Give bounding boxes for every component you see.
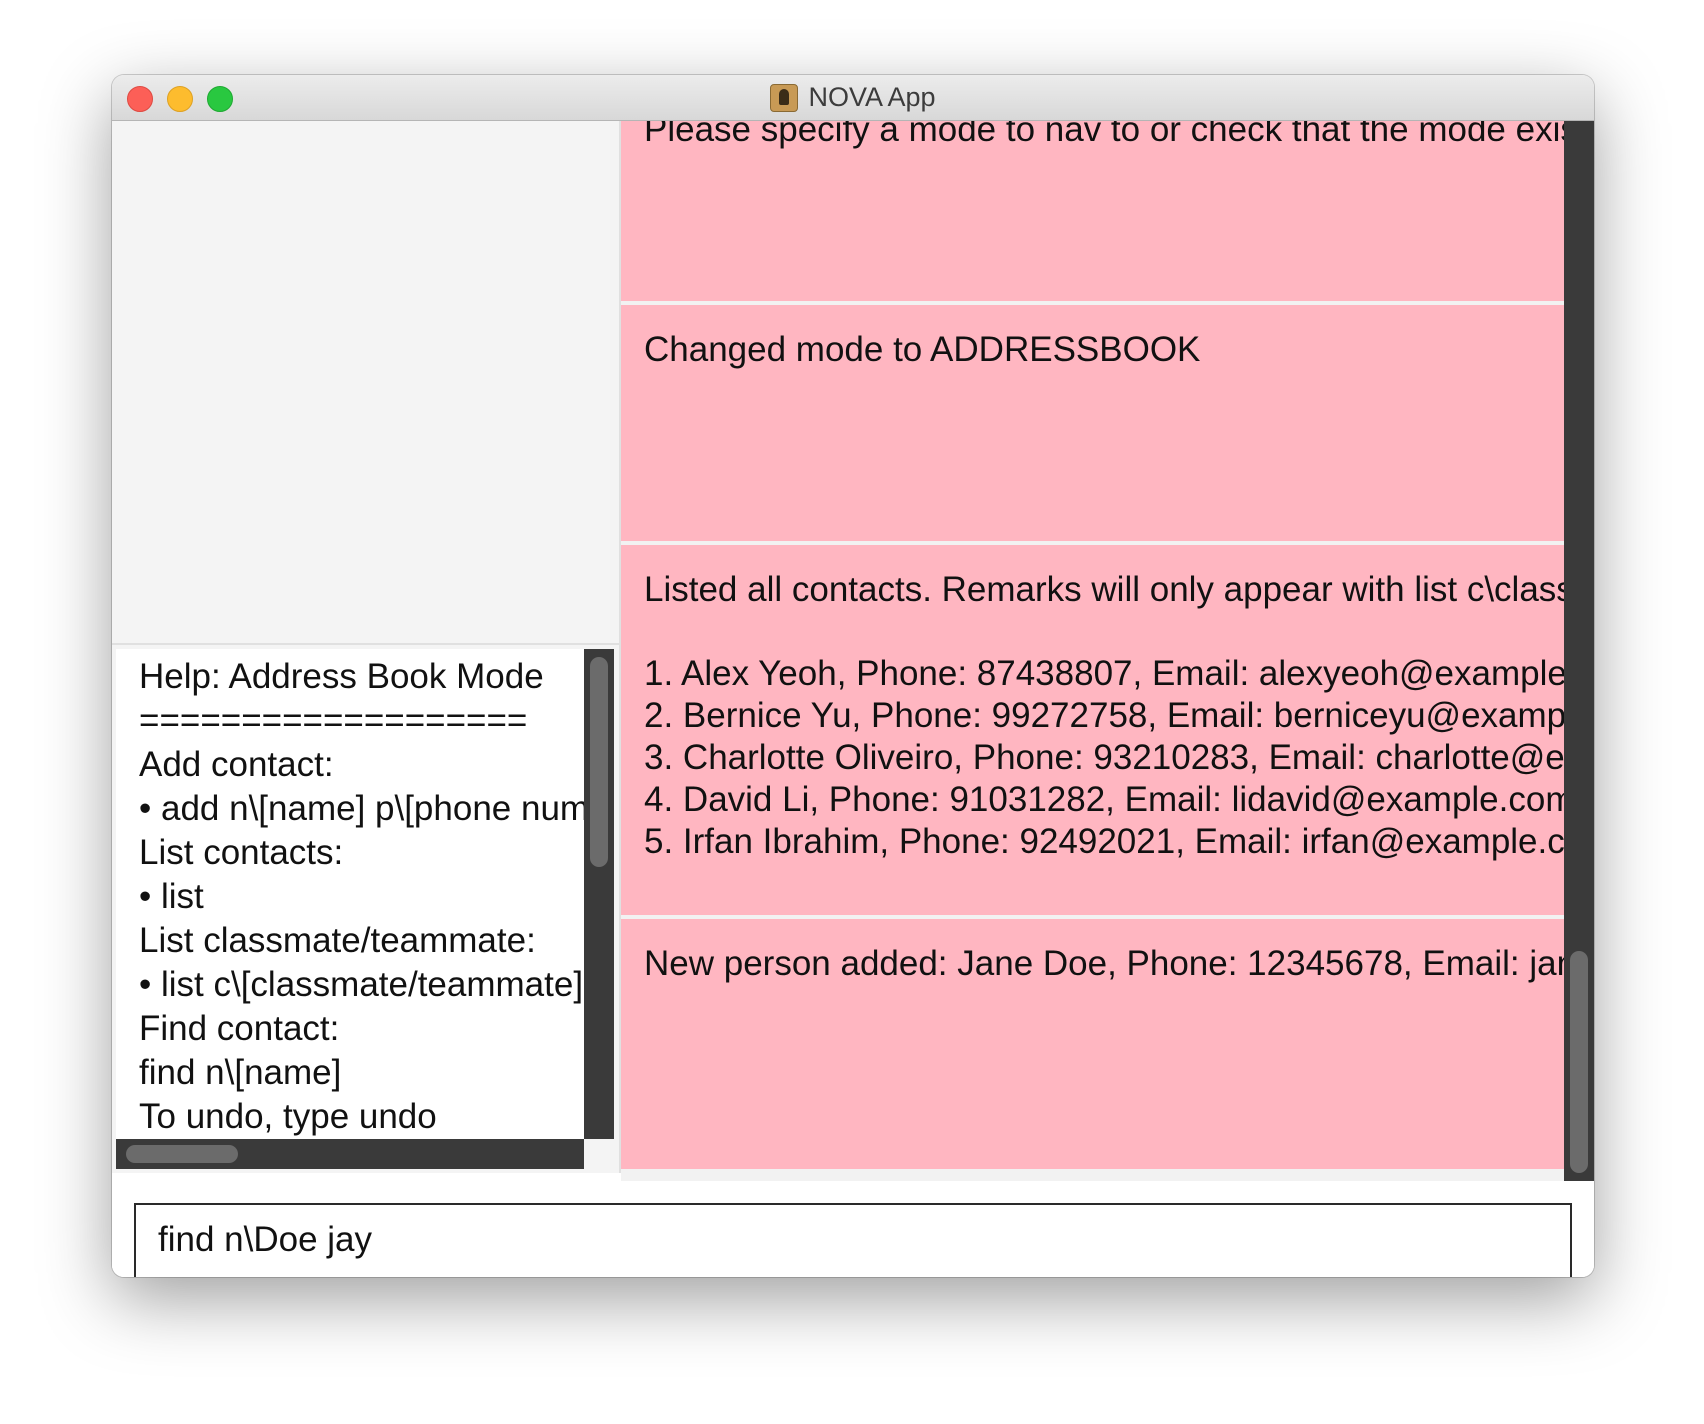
result-display-pane: Please specify a mode to nav to or check…	[621, 121, 1564, 1181]
result-line: Changed mode to ADDRESSBOOK	[644, 330, 1201, 369]
result-line: 3. Charlotte Oliveiro, Phone: 93210283, …	[644, 738, 1564, 777]
command-box	[134, 1203, 1572, 1277]
result-line: 4. David Li, Phone: 91031282, Email: lid…	[644, 780, 1564, 819]
result-blank-line	[644, 611, 1564, 653]
window-title: NOVA App	[808, 82, 936, 112]
title-bar: NOVA App	[112, 75, 1594, 121]
help-line: Help: Address Book Mode	[139, 657, 544, 696]
help-horizontal-scrollbar[interactable]	[116, 1139, 584, 1169]
help-vertical-scroll-thumb[interactable]	[590, 657, 608, 867]
main-content: Help: Address Book Mode ================…	[112, 121, 1594, 1277]
help-line: To undo, type undo	[139, 1097, 437, 1136]
help-text-area[interactable]: Help: Address Book Mode ================…	[116, 649, 584, 1139]
command-area	[112, 1181, 1594, 1277]
scrollbar-corner	[584, 1139, 614, 1169]
help-line: • add n\[name] p\[phone number] e\[email…	[139, 789, 584, 828]
app-window: NOVA App Help: Address Book Mode =======…	[112, 75, 1594, 1277]
result-line: 1. Alex Yeoh, Phone: 87438807, Email: al…	[644, 654, 1564, 693]
result-line: Please specify a mode to nav to or check…	[644, 121, 1564, 149]
help-vertical-scrollbar[interactable]	[584, 649, 614, 1139]
help-line: • list	[139, 877, 204, 916]
results-vertical-scrollbar[interactable]	[1564, 121, 1594, 1181]
result-list: Please specify a mode to nav to or check…	[621, 121, 1564, 1173]
help-line: Find contact:	[139, 1009, 340, 1048]
app-icon	[770, 83, 799, 112]
result-line: 5. Irfan Ibrahim, Phone: 92492021, Email…	[644, 822, 1564, 861]
help-line: ===================	[139, 701, 528, 740]
help-line: List contacts:	[139, 833, 344, 872]
help-line: List classmate/teammate:	[139, 921, 536, 960]
help-line: • list c\[classmate/teammate]	[139, 965, 584, 1004]
result-line: New person added: Jane Doe, Phone: 12345…	[644, 944, 1564, 983]
help-horizontal-scroll-thumb[interactable]	[126, 1145, 238, 1163]
command-input[interactable]	[158, 1217, 1538, 1263]
result-line: 2. Bernice Yu, Phone: 99272758, Email: b…	[644, 696, 1564, 735]
result-message: Please specify a mode to nav to or check…	[621, 121, 1564, 301]
help-line: find n\[name]	[139, 1053, 342, 1092]
help-panel: Help: Address Book Mode ================…	[112, 645, 621, 1173]
result-line: Listed all contacts. Remarks will only a…	[644, 570, 1564, 609]
results-vertical-scroll-thumb[interactable]	[1570, 951, 1588, 1173]
result-message: Listed all contacts. Remarks will only a…	[621, 545, 1564, 915]
left-panel-empty	[112, 121, 621, 645]
help-line: Add contact:	[139, 745, 334, 784]
result-message: Changed mode to ADDRESSBOOK	[621, 305, 1564, 541]
result-message: New person added: Jane Doe, Phone: 12345…	[621, 919, 1564, 1169]
